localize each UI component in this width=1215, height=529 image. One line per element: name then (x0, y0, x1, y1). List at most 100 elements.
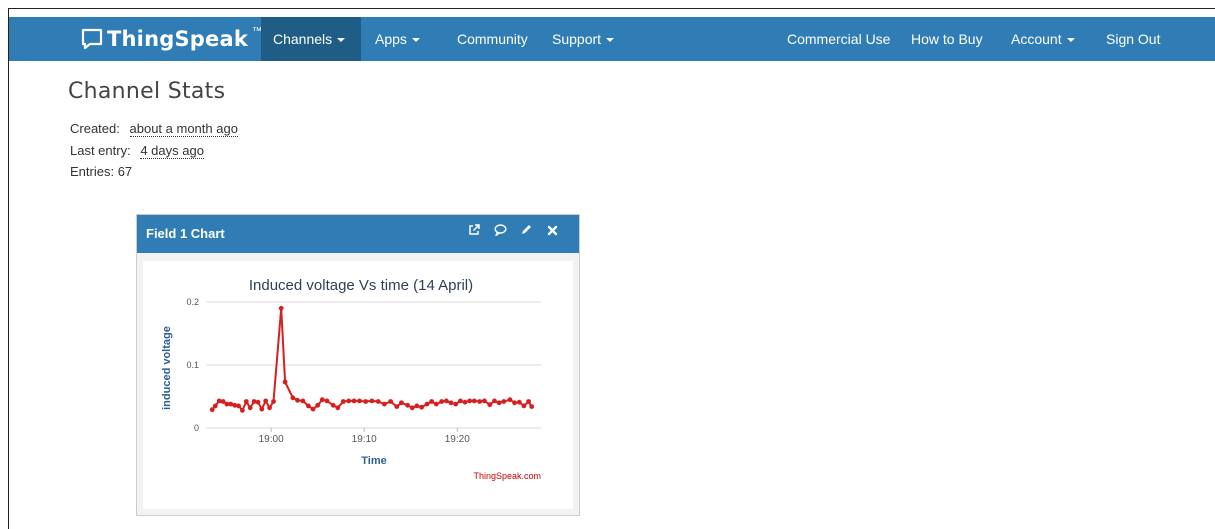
data-point[interactable] (310, 406, 316, 412)
line-chart: Induced voltage Vs time (14 April) induc… (161, 277, 541, 481)
caret-down-icon (1066, 38, 1075, 43)
brand-logo[interactable]: ThingSpeak ™ (81, 23, 262, 55)
nav-community-label: Community (457, 31, 528, 47)
data-point[interactable] (409, 405, 415, 411)
data-point[interactable] (439, 399, 445, 404)
nav-sign-out[interactable]: Sign Out (1094, 17, 1172, 61)
data-point[interactable] (433, 401, 439, 407)
data-point[interactable] (453, 401, 459, 407)
data-point[interactable] (471, 398, 477, 404)
data-point[interactable] (521, 403, 527, 409)
y-tick-labels: 0 0.1 0.2 (186, 297, 199, 433)
panel-actions (467, 224, 559, 239)
data-point[interactable] (295, 397, 300, 403)
nav-community[interactable]: Community (445, 17, 540, 61)
x-tick-label: 19:20 (445, 434, 470, 445)
data-point[interactable] (482, 398, 487, 404)
stat-created-value: about a month ago (129, 121, 238, 137)
close-icon[interactable] (545, 224, 559, 239)
nav-account[interactable]: Account (999, 17, 1087, 61)
data-point[interactable] (516, 399, 522, 405)
data-point[interactable] (382, 401, 387, 407)
data-point[interactable] (335, 405, 341, 411)
x-tick-labels: 19:00 19:10 19:20 (259, 428, 470, 445)
data-point[interactable] (487, 402, 493, 408)
data-point[interactable] (405, 402, 410, 408)
page-title: Channel Stats (68, 79, 226, 104)
data-point[interactable] (501, 399, 507, 404)
stat-entries: Entries: 67 (70, 164, 132, 179)
data-point[interactable] (369, 398, 375, 404)
data-point[interactable] (346, 398, 352, 404)
data-point[interactable] (300, 398, 306, 404)
data-point[interactable] (259, 406, 265, 412)
data-point[interactable] (477, 399, 483, 404)
nav-support-label: Support (552, 31, 602, 47)
panel-title: Field 1 Chart (146, 226, 225, 241)
x-tick-label: 19:10 (352, 434, 377, 445)
nav-commercial-use[interactable]: Commercial Use (775, 17, 902, 61)
series-layer (209, 305, 535, 413)
data-point[interactable] (399, 400, 404, 406)
data-point[interactable] (351, 398, 357, 404)
chart-credit[interactable]: ThingSpeak.com (473, 471, 541, 481)
stat-last-entry-label: Last entry: (70, 143, 131, 158)
external-link-icon[interactable] (467, 224, 481, 239)
data-point[interactable] (340, 399, 346, 404)
data-point[interactable] (236, 403, 241, 409)
data-point[interactable] (414, 403, 420, 409)
data-point[interactable] (282, 379, 288, 385)
window-frame-left (8, 8, 9, 529)
data-point[interactable] (247, 405, 253, 411)
data-point[interactable] (507, 397, 513, 403)
nav-support[interactable]: Support (540, 17, 626, 61)
data-point[interactable] (212, 403, 218, 409)
data-point[interactable] (388, 399, 393, 404)
top-navbar: ThingSpeak ™ Channels Apps Community Sup… (9, 17, 1215, 61)
data-point[interactable] (462, 399, 468, 405)
data-point[interactable] (492, 398, 497, 404)
data-point[interactable] (330, 402, 336, 408)
data-point[interactable] (467, 398, 473, 404)
data-point[interactable] (306, 403, 311, 409)
data-point[interactable] (319, 397, 325, 403)
data-point[interactable] (209, 407, 215, 413)
data-point[interactable] (357, 398, 362, 404)
data-point[interactable] (243, 399, 249, 404)
data-point[interactable] (526, 399, 531, 404)
nav-apps-label: Apps (375, 31, 407, 47)
data-point[interactable] (448, 400, 454, 406)
data-point[interactable] (394, 404, 400, 409)
data-point[interactable] (458, 398, 463, 404)
data-point[interactable] (496, 400, 502, 406)
data-point[interactable] (324, 398, 330, 404)
nav-channels[interactable]: Channels (261, 17, 361, 61)
comment-icon[interactable] (493, 224, 507, 239)
data-point[interactable] (255, 399, 261, 405)
nav-how-to-buy-label: How to Buy (911, 31, 983, 47)
stat-entries-label: Entries: (70, 164, 115, 179)
x-axis-title: Time (361, 455, 386, 467)
pencil-icon[interactable] (519, 224, 533, 239)
nav-sign-out-label: Sign Out (1106, 31, 1161, 47)
data-point[interactable] (271, 399, 276, 404)
data-point[interactable] (429, 399, 435, 404)
data-point[interactable] (444, 398, 449, 404)
data-point[interactable] (419, 404, 424, 410)
data-point[interactable] (278, 305, 284, 311)
data-point[interactable] (529, 404, 535, 409)
data-point[interactable] (263, 398, 269, 404)
nav-apps[interactable]: Apps (363, 17, 432, 61)
data-point[interactable] (290, 395, 296, 401)
data-point[interactable] (240, 408, 245, 413)
data-point[interactable] (363, 399, 369, 404)
nav-how-to-buy[interactable]: How to Buy (899, 17, 995, 61)
stat-created-label: Created: (70, 121, 120, 136)
data-point[interactable] (375, 399, 381, 404)
data-point[interactable] (267, 405, 272, 411)
data-point[interactable] (424, 401, 430, 407)
brand-name: ThingSpeak (107, 27, 248, 51)
caret-down-icon (606, 38, 615, 43)
data-point[interactable] (512, 400, 517, 406)
data-point[interactable] (315, 402, 321, 408)
